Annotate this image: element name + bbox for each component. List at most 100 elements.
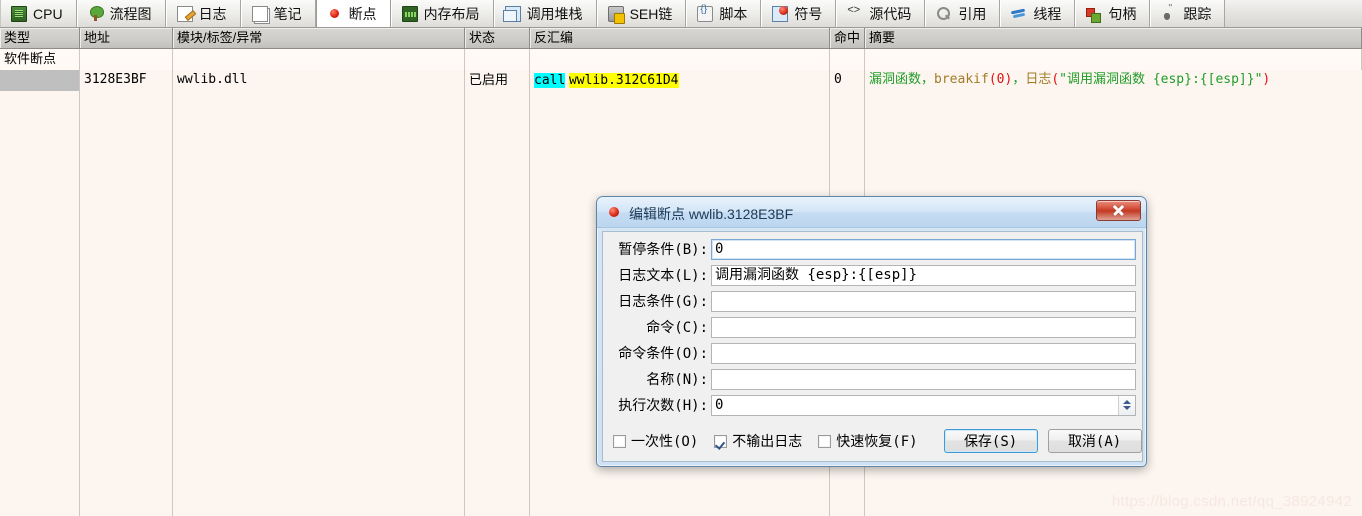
- spinner-down-icon[interactable]: [1123, 406, 1131, 410]
- tab-句柄[interactable]: 句柄: [1075, 0, 1151, 27]
- checkbox-singleshoot[interactable]: 一次性(O): [613, 431, 698, 451]
- tab-断点[interactable]: 断点: [315, 0, 391, 27]
- cell-state[interactable]: 已启用: [465, 70, 530, 91]
- dialog-title-bar[interactable]: 编辑断点 wwlib.3128E3BF: [597, 197, 1146, 228]
- column-header-dasm[interactable]: 反汇编: [530, 28, 830, 48]
- group-cell-hits: [830, 49, 865, 70]
- trace-footprint-icon: [1161, 3, 1177, 22]
- grid-filler-col-state: [465, 91, 530, 516]
- flowchart-tree-icon: [88, 5, 104, 22]
- tab-label: 符号: [794, 5, 823, 22]
- input-name[interactable]: [711, 368, 1136, 390]
- tab-引用[interactable]: 引用: [925, 0, 1001, 27]
- column-header-mod[interactable]: 模块/标签/异常: [173, 28, 465, 48]
- tab-label: 句柄: [1108, 5, 1137, 22]
- breakpoint-table-row[interactable]: 3128E3BF wwlib.dll 已启用 call wwlib.312C61D4 0…: [0, 70, 1362, 91]
- checkbox-label-singleshoot: 一次性(O): [631, 434, 699, 450]
- column-header-summ[interactable]: 摘要: [865, 28, 1362, 48]
- input-log-text[interactable]: 调用漏洞函数 {esp}:{[esp]}: [711, 264, 1136, 286]
- spinner-up-icon[interactable]: [1123, 400, 1131, 404]
- close-icon[interactable]: [1096, 200, 1141, 221]
- grid-header-row: 类型 地址 模块/标签/异常 状态 反汇编 命中 摘要: [0, 28, 1362, 49]
- tab-label: 笔记: [273, 5, 302, 22]
- column-header-state[interactable]: 状态: [465, 28, 530, 48]
- input-pause-condition[interactable]: 0: [711, 238, 1136, 260]
- input-hit-count[interactable]: 0: [711, 394, 1136, 416]
- tab-label: 流程图: [109, 5, 152, 22]
- checkbox-box-fast-resume[interactable]: [818, 434, 832, 448]
- tab-内存布局[interactable]: 内存布局: [390, 0, 494, 27]
- checkbox-fast-resume[interactable]: 快速恢复(F): [818, 431, 918, 451]
- app-window: CPU流程图日志笔记断点内存布局调用堆栈SEH链脚本符号源代码引用线程句柄跟踪 …: [0, 0, 1362, 516]
- call-stack-layers-icon: [502, 5, 521, 22]
- tab-label: CPU: [33, 5, 63, 22]
- tab-label: 引用: [958, 5, 987, 22]
- input-log-condition[interactable]: [711, 290, 1136, 312]
- tab-label: 跟踪: [1183, 5, 1212, 22]
- dasm-mnemonic: call: [534, 73, 566, 88]
- input-wrap-log-condition: [711, 290, 1136, 312]
- checkbox-label-silent: 不输出日志: [732, 434, 803, 450]
- cell-type[interactable]: [0, 70, 80, 91]
- cell-hits[interactable]: 0: [830, 70, 865, 91]
- references-magnifier-icon: [936, 6, 952, 22]
- input-command-condition[interactable]: [711, 342, 1136, 364]
- save-button[interactable]: 保存(S): [943, 429, 1038, 453]
- breakpoint-red-dot-icon: [609, 207, 619, 217]
- form-row-log-text: 日志文本(L): 调用漏洞函数 {esp}:{[esp]}: [603, 262, 1144, 288]
- cell-dasm[interactable]: call wwlib.312C61D4: [530, 70, 830, 91]
- notes-pages-icon: [251, 5, 268, 22]
- column-header-type[interactable]: 类型: [0, 28, 80, 48]
- dialog-footer: 一次性(O) 不输出日志 快速恢复(F) 保存(S) 取消(A): [613, 428, 1142, 454]
- checkbox-silent[interactable]: 不输出日志: [714, 431, 802, 451]
- tab-符号[interactable]: 符号: [761, 0, 837, 27]
- breakpoint-red-dot-icon: [327, 6, 343, 22]
- label-pause-condition: 暂停条件(B):: [618, 242, 708, 258]
- tab-调用堆栈[interactable]: 调用堆栈: [493, 0, 597, 27]
- summary-part: 日志: [1025, 72, 1052, 87]
- group-cell-type: 软件断点: [0, 49, 80, 70]
- form-row-name: 名称(N):: [603, 366, 1144, 392]
- summary-part: ，: [921, 72, 935, 87]
- checkbox-box-singleshoot[interactable]: [613, 434, 626, 448]
- tab-线程[interactable]: 线程: [1000, 0, 1076, 27]
- summary-part: ，: [1012, 72, 1026, 87]
- input-wrap-name: [711, 368, 1136, 390]
- column-header-hits[interactable]: 命中: [830, 28, 865, 48]
- grid-filler-col-mod: [173, 91, 465, 516]
- group-cell-mod: [173, 49, 465, 70]
- tab-源代码[interactable]: 源代码: [836, 0, 926, 27]
- checkbox-box-silent[interactable]: [714, 434, 728, 448]
- input-command[interactable]: [711, 316, 1136, 338]
- tab-label: 内存布局: [423, 5, 480, 22]
- checkbox-label-fast-resume: 快速恢复(F): [836, 434, 918, 450]
- column-header-addr[interactable]: 地址: [80, 28, 173, 48]
- tab-label: 线程: [1033, 5, 1062, 22]
- log-pencil-icon: [176, 5, 193, 22]
- tab-流程图[interactable]: 流程图: [76, 0, 166, 27]
- cell-summ[interactable]: 漏洞函数，breakif(0)，日志("调用漏洞函数 {esp}:{[esp]}…: [865, 70, 1362, 91]
- cpu-icon: [11, 5, 27, 22]
- breakpoint-group-row[interactable]: 软件断点: [0, 49, 1362, 70]
- tab-笔记[interactable]: 笔记: [240, 0, 316, 27]
- tab-脚本[interactable]: 脚本: [686, 0, 762, 27]
- group-cell-state: [465, 49, 530, 70]
- spinner-hit-count[interactable]: [1118, 395, 1135, 415]
- cell-addr[interactable]: 3128E3BF: [80, 70, 173, 91]
- summary-part: breakif: [934, 72, 989, 87]
- form-row-command-condition: 命令条件(O):: [603, 340, 1144, 366]
- summary-part: ): [1262, 72, 1271, 87]
- cancel-button[interactable]: 取消(A): [1047, 429, 1142, 453]
- cell-mod[interactable]: wwlib.dll: [173, 70, 465, 91]
- tab-跟踪[interactable]: 跟踪: [1150, 0, 1226, 27]
- memory-map-icon: [401, 5, 418, 22]
- label-command: 命令(C):: [646, 320, 708, 336]
- script-braces-icon: [697, 4, 714, 22]
- dasm-operand: wwlib.312C61D4: [568, 73, 679, 88]
- watermark: https://blog.csdn.net/qq_38924942: [1111, 493, 1352, 510]
- input-wrap-command-condition: [711, 342, 1136, 364]
- tab-日志[interactable]: 日志: [165, 0, 241, 27]
- tab-SEH链[interactable]: SEH链: [596, 0, 687, 27]
- tab-CPU[interactable]: CPU: [0, 0, 77, 27]
- label-log-text: 日志文本(L):: [618, 268, 708, 284]
